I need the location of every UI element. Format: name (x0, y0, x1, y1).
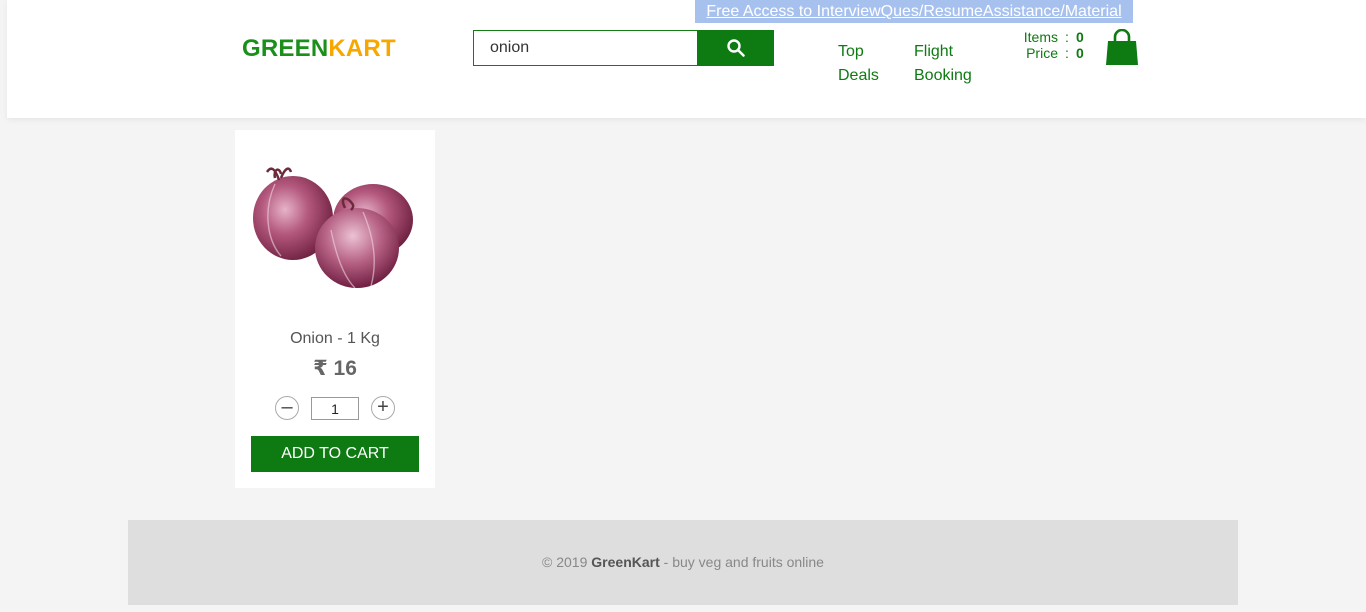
product-price: ₹ 16 (313, 357, 357, 380)
footer: © 2019 GreenKart - buy veg and fruits on… (128, 520, 1238, 605)
search-button[interactable] (697, 30, 774, 66)
product-name: Onion - 1 Kg (290, 330, 380, 347)
cart-items-value: 0 (1076, 29, 1084, 45)
search-icon (726, 39, 745, 57)
cart-items-separator: : (1065, 29, 1069, 45)
search-box (473, 30, 774, 66)
cart-price-label: Price (1026, 45, 1058, 61)
cart-summary: Items : 0 Price : 0 (1010, 29, 1086, 61)
nav-top-deals-link[interactable]: Top Deals (838, 40, 898, 88)
cart-price-row: Price : 0 (1010, 45, 1086, 61)
brand-part-green: GREEN (242, 35, 329, 62)
product-card: Onion - 1 Kg ₹ 16 – + ADD TO CART (235, 130, 435, 488)
cart-price-value: 0 (1076, 45, 1084, 61)
footer-copyright: © 2019 (542, 554, 588, 570)
quantity-stepper: – + (275, 396, 395, 420)
quantity-input[interactable] (311, 397, 359, 420)
brand-logo[interactable]: GREENKART (242, 35, 396, 63)
promo-banner-link[interactable]: Free Access to InterviewQues/ResumeAssis… (695, 0, 1133, 23)
brand-part-orange: KART (328, 35, 396, 62)
add-to-cart-button[interactable]: ADD TO CART (251, 436, 419, 472)
cart-items-label: Items (1023, 29, 1058, 45)
cart-price-separator: : (1065, 45, 1069, 61)
cart-items-row: Items : 0 (1010, 29, 1086, 45)
onion-image (245, 160, 425, 300)
increment-button[interactable]: + (371, 396, 395, 420)
search-input[interactable] (473, 30, 697, 66)
decrement-button[interactable]: – (275, 396, 299, 420)
nav-flight-booking-link[interactable]: Flight Booking (914, 40, 984, 88)
footer-tagline: - buy veg and fruits online (663, 554, 824, 570)
footer-brand: GreenKart (591, 554, 660, 570)
shopping-bag-icon[interactable] (1104, 28, 1140, 67)
